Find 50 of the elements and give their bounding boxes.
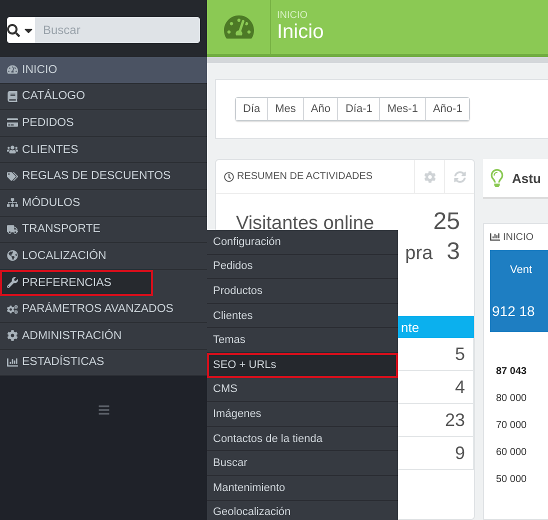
search-field[interactable]: Buscar [7,17,200,43]
date-range-button[interactable]: Día [236,98,268,120]
truck-icon [7,224,18,235]
sidebar-item[interactable]: PREFERENCIAS [0,270,153,296]
sidebar-item[interactable]: ESTADÍSTICAS [0,350,207,376]
search-icon [7,24,20,36]
refresh-icon [454,170,466,182]
stat-value: 3 [446,238,460,266]
kpi-label: Vent [509,264,532,276]
users-icon [7,144,18,156]
sidebar-item[interactable]: TRANSPORTE [0,216,207,244]
kpi-value: 912 18 [492,302,535,318]
date-range-button[interactable]: Mes-1 [380,98,426,120]
date-range-button[interactable]: Mes [268,98,304,120]
search-scope-button[interactable] [7,17,35,43]
chart-max-value: 87 043 [496,366,528,377]
stat-label: pra [405,243,434,265]
axis-tick: 50 000 [496,474,528,485]
axis-tick: 70 000 [496,420,528,431]
globe-icon [7,250,18,262]
axis-tick: 60 000 [496,447,528,458]
axis-tick: 80 000 [496,393,528,404]
submenu-item[interactable]: CMS [207,378,398,402]
stat-value: 25 [433,208,460,236]
bar-chart-icon [490,232,500,242]
date-range-button[interactable]: Día-1 [338,98,380,120]
settings-icon [424,170,436,182]
date-range-button[interactable]: Año-1 [426,98,470,120]
clock-icon [224,172,234,182]
panel-title-text: RESUMEN DE ACTIVIDADES [237,171,373,182]
page-title: Inicio [277,21,324,44]
gear-icon [7,330,18,342]
lightbulb-icon [488,169,506,187]
submenu-item[interactable]: SEO + URLs [207,352,398,378]
submenu-item[interactable]: Pedidos [207,254,398,280]
sidebar-item[interactable]: INICIO [0,57,207,84]
gauge-icon [7,64,18,76]
book-icon [7,90,18,102]
panel-title-text: INICIO [503,232,534,242]
menu-icon[interactable] [98,404,110,416]
breadcrumb: INICIO [277,10,309,21]
tags-icon [7,170,18,182]
wrench-icon [7,277,18,288]
bar-chart-icon [7,356,18,368]
gears-icon [7,304,18,315]
date-range-button[interactable]: Año [304,98,338,120]
tips-title: Astu [512,170,541,186]
sidebar-item[interactable]: CATÁLOGO [0,84,207,110]
card-icon [7,117,18,128]
sitemap-icon [7,197,18,208]
